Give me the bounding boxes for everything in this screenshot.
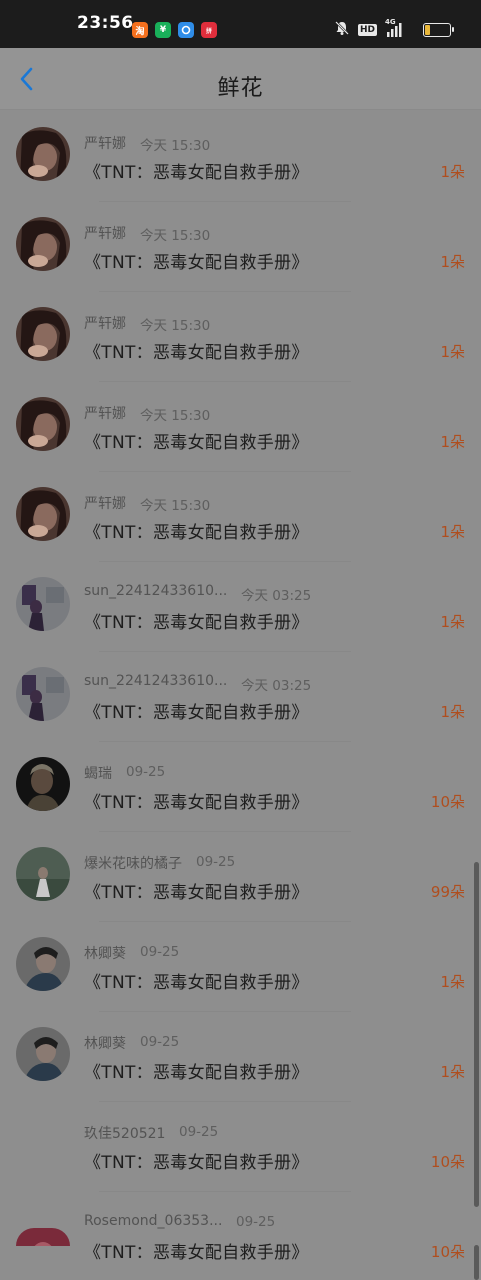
flower-count: 1朵	[440, 973, 465, 991]
timestamp: 09-25	[179, 1124, 219, 1140]
flower-count: 99朵	[430, 883, 465, 901]
avatar[interactable]	[16, 397, 70, 451]
username[interactable]: 林卿葵	[84, 1033, 126, 1053]
status-time: 23:56	[77, 13, 134, 33]
book-title[interactable]: 《TNT：恶毒女配自救手册》	[84, 1238, 309, 1263]
avatar[interactable]	[16, 1027, 70, 1081]
battery-level	[425, 25, 430, 35]
list-item[interactable]: 严轩娜 今天 15:30 《TNT：恶毒女配自救手册》 1朵	[0, 292, 481, 382]
book-title[interactable]: 《TNT：恶毒女配自救手册》	[84, 608, 309, 633]
avatar[interactable]	[16, 757, 70, 811]
username[interactable]: 蝎瑞	[84, 763, 112, 783]
list-item[interactable]: 林卿葵 09-25 《TNT：恶毒女配自救手册》 1朵	[0, 1012, 481, 1102]
list-item[interactable]: 严轩娜 今天 15:30 《TNT：恶毒女配自救手册》 1朵	[0, 382, 481, 472]
list-item[interactable]: 严轩娜 今天 15:30 《TNT：恶毒女配自救手册》 1朵	[0, 472, 481, 562]
avatar[interactable]	[16, 127, 70, 181]
battery-icon	[423, 23, 454, 37]
flower-count: 10朵	[430, 793, 465, 811]
page-title: 鲜花	[217, 76, 264, 101]
flower-count: 1朵	[440, 433, 465, 451]
username[interactable]: 严轩娜	[84, 223, 126, 243]
timestamp: 今天 15:30	[140, 498, 211, 514]
username[interactable]: 严轩娜	[84, 493, 126, 513]
list-item[interactable]: 严轩娜 今天 15:30 《TNT：恶毒女配自救手册》 1朵	[0, 112, 481, 202]
flower-count: 1朵	[440, 343, 465, 361]
avatar[interactable]	[16, 577, 70, 631]
timestamp: 09-25	[236, 1214, 276, 1230]
username[interactable]: 林卿葵	[84, 943, 126, 963]
username[interactable]: sun_22412433610...	[84, 583, 227, 599]
list-item[interactable]: 蝎瑞 09-25 《TNT：恶毒女配自救手册》 10朵	[0, 742, 481, 832]
book-title[interactable]: 《TNT：恶毒女配自救手册》	[84, 1058, 309, 1083]
timestamp: 09-25	[196, 854, 236, 870]
book-title[interactable]: 《TNT：恶毒女配自救手册》	[84, 248, 309, 273]
timestamp: 09-25	[140, 944, 180, 960]
flower-list: 严轩娜 今天 15:30 《TNT：恶毒女配自救手册》 1朵 严轩娜 今天 15:30 《T…	[0, 112, 481, 1280]
taobao-icon: 淘	[132, 22, 148, 38]
scrollbar[interactable]	[474, 862, 479, 1207]
scrollbar-tail	[474, 1245, 479, 1280]
mute-bell-icon	[334, 20, 350, 40]
list-item[interactable]: 严轩娜 今天 15:30 《TNT：恶毒女配自救手册》 1朵	[0, 202, 481, 292]
avatar[interactable]	[16, 937, 70, 991]
flower-count: 1朵	[440, 703, 465, 721]
signal-icon: 4G	[385, 18, 407, 38]
timestamp: 今天 15:30	[140, 228, 211, 244]
avatar[interactable]	[16, 667, 70, 721]
flower-count: 1朵	[440, 163, 465, 181]
book-title[interactable]: 《TNT：恶毒女配自救手册》	[84, 518, 309, 543]
username[interactable]: 严轩娜	[84, 133, 126, 153]
flower-count: 1朵	[440, 523, 465, 541]
username[interactable]: Rosemond_06353...	[84, 1213, 222, 1229]
list-item[interactable]: 玖佳520521 09-25 《TNT：恶毒女配自救手册》 10朵	[0, 1102, 481, 1192]
list-item[interactable]: Rosemond_06353... 09-25 《TNT：恶毒女配自救手册》 10朵	[0, 1192, 481, 1280]
username[interactable]: 爆米花味的橘子	[84, 853, 182, 873]
timestamp: 今天 03:25	[241, 588, 312, 604]
timestamp: 今天 15:30	[140, 408, 211, 424]
flower-count: 10朵	[430, 1153, 465, 1171]
timestamp: 今天 03:25	[241, 678, 312, 694]
username[interactable]: 严轩娜	[84, 313, 126, 333]
list-item[interactable]: 林卿葵 09-25 《TNT：恶毒女配自救手册》 1朵	[0, 922, 481, 1012]
username[interactable]: 玖佳520521	[84, 1123, 165, 1143]
header: 鲜花	[0, 48, 481, 110]
avatar[interactable]	[16, 217, 70, 271]
browser-icon	[178, 22, 194, 38]
flower-count: 1朵	[440, 1063, 465, 1081]
flower-count: 1朵	[440, 253, 465, 271]
timestamp: 09-25	[140, 1034, 180, 1050]
list-item[interactable]: sun_22412433610... 今天 03:25 《TNT：恶毒女配自救手册》…	[0, 652, 481, 742]
book-title[interactable]: 《TNT：恶毒女配自救手册》	[84, 788, 309, 813]
avatar[interactable]	[16, 847, 70, 901]
book-title[interactable]: 《TNT：恶毒女配自救手册》	[84, 968, 309, 993]
avatar[interactable]	[16, 307, 70, 361]
flower-count: 1朵	[440, 613, 465, 631]
avatar[interactable]	[16, 487, 70, 541]
book-title[interactable]: 《TNT：恶毒女配自救手册》	[84, 428, 309, 453]
flower-count: 10朵	[430, 1243, 465, 1261]
timestamp: 今天 15:30	[140, 138, 211, 154]
username[interactable]: 严轩娜	[84, 403, 126, 423]
timestamp: 09-25	[126, 764, 166, 780]
book-title[interactable]: 《TNT：恶毒女配自救手册》	[84, 1148, 309, 1173]
wechat-pay-icon: ¥	[155, 22, 171, 38]
username[interactable]: sun_22412433610...	[84, 673, 227, 689]
status-indicators: HD 4G	[334, 18, 454, 40]
list-item[interactable]: 爆米花味的橘子 09-25 《TNT：恶毒女配自救手册》 99朵	[0, 832, 481, 922]
avatar[interactable]	[16, 1228, 70, 1246]
timestamp: 今天 15:30	[140, 318, 211, 334]
book-title[interactable]: 《TNT：恶毒女配自救手册》	[84, 338, 309, 363]
hd-badge: HD	[357, 24, 377, 36]
book-title[interactable]: 《TNT：恶毒女配自救手册》	[84, 878, 309, 903]
book-title[interactable]: 《TNT：恶毒女配自救手册》	[84, 158, 309, 183]
status-bar: 23:56 淘 ¥ 拼 HD 4G	[0, 0, 481, 48]
pinduoduo-icon: 拼	[201, 22, 217, 38]
book-title[interactable]: 《TNT：恶毒女配自救手册》	[84, 698, 309, 723]
list-item[interactable]: sun_22412433610... 今天 03:25 《TNT：恶毒女配自救手册》…	[0, 562, 481, 652]
